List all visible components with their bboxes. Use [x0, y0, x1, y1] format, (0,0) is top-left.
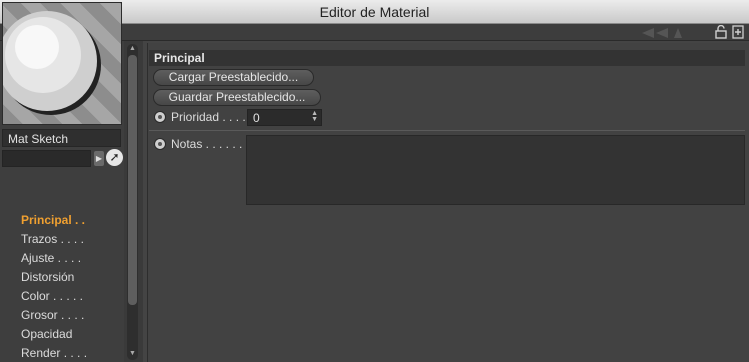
scroll-up-icon[interactable]: ▲: [127, 45, 138, 52]
nav-item-opacidad[interactable]: Opacidad: [21, 327, 72, 341]
priority-value: 0: [253, 111, 260, 125]
nav-item-render[interactable]: Render . . . .: [21, 346, 87, 360]
nav-item-color[interactable]: Color . . . . .: [21, 289, 83, 303]
material-link-field[interactable]: [2, 150, 91, 167]
divider: [149, 130, 745, 131]
nav-item-distorsion[interactable]: Distorsión: [21, 270, 74, 284]
material-name: Mat Sketch: [2, 129, 121, 147]
priority-animate-icon[interactable]: [154, 111, 166, 123]
nav-item-grosor[interactable]: Grosor . . . .: [21, 308, 84, 322]
material-menu-arrow-icon[interactable]: ▶: [94, 151, 104, 166]
scrollbar-thumb[interactable]: [128, 55, 137, 305]
scroll-down-icon[interactable]: ▼: [127, 350, 138, 357]
priority-input[interactable]: 0 ▲ ▼: [247, 109, 322, 126]
notes-label: Notas . . . . . . .: [171, 137, 250, 151]
sphere-preview-icon: [3, 11, 101, 115]
nav-arrows-icon: [642, 28, 682, 38]
new-window-icon[interactable]: [731, 25, 745, 39]
save-preset-button[interactable]: Guardar Preestablecido...: [153, 89, 321, 106]
priority-label: Prioridad . . . .: [171, 110, 246, 124]
lock-icon[interactable]: [714, 24, 728, 39]
nav-item-ajuste[interactable]: Ajuste . . . .: [21, 251, 81, 265]
priority-stepper-icon[interactable]: ▲ ▼: [311, 110, 318, 123]
nav-item-trazos[interactable]: Trazos . . . .: [21, 232, 84, 246]
material-preview[interactable]: [2, 2, 122, 125]
notes-textarea[interactable]: [246, 135, 745, 205]
load-preset-button[interactable]: Cargar Preestablecido...: [153, 69, 314, 86]
nav-item-principal[interactable]: Principal . .: [21, 213, 85, 227]
notes-animate-icon[interactable]: [154, 138, 166, 150]
section-title: Principal: [149, 50, 745, 66]
cursor-icon[interactable]: ➚: [106, 149, 123, 166]
